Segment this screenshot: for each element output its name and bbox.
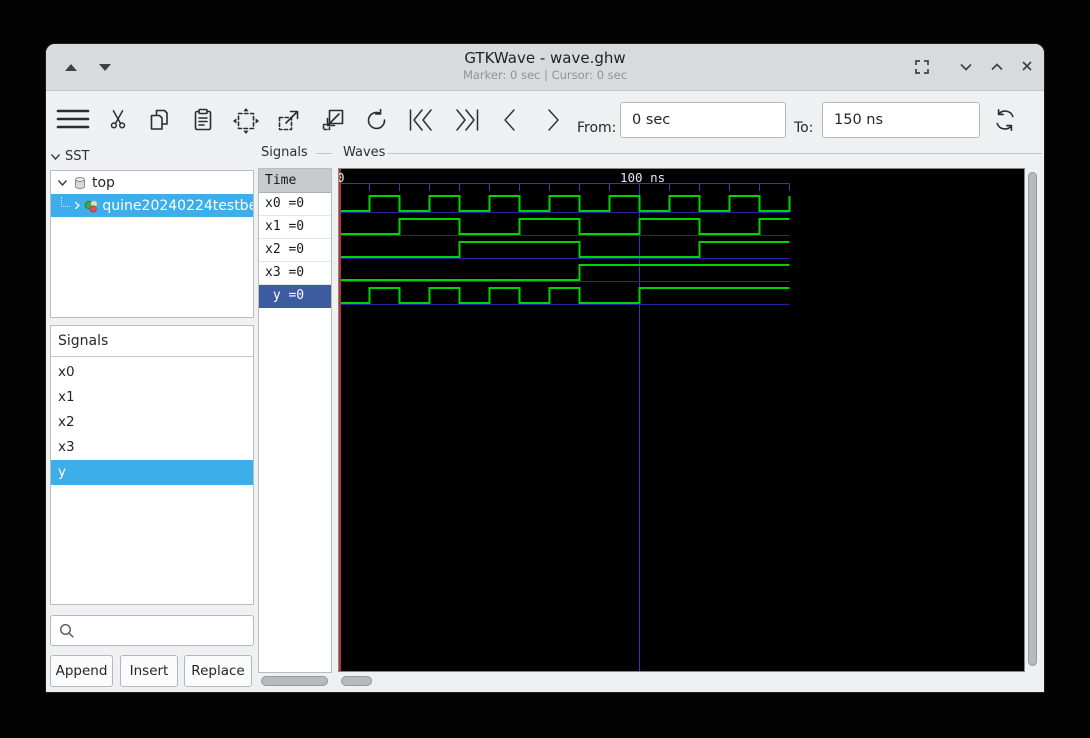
desktop: GTKWave - wave.ghw Marker: 0 sec | Curso… (0, 0, 1090, 738)
values-frame-label: Signals (258, 145, 311, 160)
values-hscrollbar[interactable] (258, 675, 332, 687)
minimize-icon[interactable] (958, 61, 976, 79)
values-hscrollbar-thumb[interactable] (261, 676, 328, 686)
sst-label: SST (65, 149, 90, 164)
window-title: GTKWave - wave.ghw (464, 49, 626, 67)
search-icon (59, 623, 74, 638)
fit-window-icon[interactable] (913, 58, 931, 76)
expander-right-icon[interactable] (74, 200, 81, 211)
value-row-x1[interactable]: x1 =0 (259, 216, 331, 239)
signals-list-panel: Signals x0 x1 x2 x3 y (50, 325, 254, 605)
value-row-x0[interactable]: x0 =0 (259, 193, 331, 216)
from-label: From: (577, 120, 617, 136)
cut-icon[interactable] (107, 107, 129, 131)
insert-button[interactable]: Insert (120, 655, 178, 687)
waves-vscrollbar-thumb[interactable] (1028, 172, 1037, 666)
signal-search-box[interactable] (50, 615, 254, 646)
list-item-x3[interactable]: x3 (51, 435, 253, 460)
signals-list-header: Signals (51, 326, 253, 357)
to-input[interactable] (822, 102, 980, 138)
time-header[interactable]: Time (259, 169, 331, 193)
waves-vscrollbar[interactable] (1027, 170, 1039, 671)
sst-tree: top quine20240224testbench (50, 170, 254, 318)
keep-above-icon[interactable] (65, 64, 77, 71)
titlebar[interactable]: GTKWave - wave.ghw Marker: 0 sec | Curso… (46, 44, 1044, 91)
to-label: To: (794, 120, 814, 136)
tree-guide-line (61, 196, 70, 207)
paste-icon[interactable] (192, 107, 214, 133)
signal-values-panel: Time x0 =0 x1 =0 x2 =0 x3 =0 y =0 (258, 168, 332, 673)
window-bottom-edge (46, 687, 1044, 692)
tree-item-label: quine20240224testbench (102, 197, 253, 214)
scope-icon (75, 176, 85, 189)
gtkwave-window: GTKWave - wave.ghw Marker: 0 sec | Curso… (46, 44, 1044, 692)
copy-icon[interactable] (147, 107, 171, 133)
list-item-x2[interactable]: x2 (51, 410, 253, 435)
ruler-tick-label: 100 ns (620, 170, 666, 185)
chevron-down-icon (50, 153, 61, 160)
expander-down-icon[interactable] (57, 179, 68, 187)
tree-item-top[interactable]: top (51, 171, 253, 194)
maximize-icon[interactable] (989, 61, 1007, 79)
keep-below-icon[interactable] (99, 64, 111, 71)
ruler-start-label: 0 (339, 170, 345, 185)
list-item-y[interactable]: y (51, 460, 253, 485)
zoom-in-icon[interactable] (276, 107, 302, 133)
tree-item-label: top (92, 174, 115, 191)
value-row-x3[interactable]: x3 =0 (259, 262, 331, 285)
skip-to-start-icon[interactable] (406, 107, 438, 133)
wave-canvas[interactable]: 0 100 ns (338, 168, 1025, 672)
module-icon (84, 199, 98, 213)
waves-hscrollbar[interactable] (338, 675, 1040, 687)
close-icon[interactable] (1019, 58, 1037, 76)
toolbar: From: To: (46, 91, 1044, 147)
marker-cursor-status: Marker: 0 sec | Cursor: 0 sec (462, 68, 628, 82)
waves-hscrollbar-thumb[interactable] (341, 676, 372, 686)
from-input[interactable] (620, 102, 786, 138)
waves-frame-label: Waves (340, 145, 389, 160)
list-item-x0[interactable]: x0 (51, 360, 253, 385)
reload-icon[interactable] (992, 107, 1018, 133)
zoom-fit-icon[interactable] (232, 107, 260, 135)
append-button[interactable]: Append (50, 655, 113, 687)
list-item-x1[interactable]: x1 (51, 385, 253, 410)
value-row-x2[interactable]: x2 =0 (259, 239, 331, 262)
skip-to-end-icon[interactable] (450, 107, 482, 133)
zoom-out-icon[interactable] (320, 107, 346, 133)
waveform-traces (339, 169, 791, 671)
undo-icon[interactable] (364, 107, 390, 133)
title-area: GTKWave - wave.ghw Marker: 0 sec | Curso… (246, 48, 844, 83)
step-forward-icon[interactable] (541, 107, 565, 133)
menu-icon[interactable] (56, 105, 90, 133)
value-row-y[interactable]: y =0 (259, 285, 331, 308)
sst-header[interactable]: SST (50, 149, 89, 164)
replace-button[interactable]: Replace (184, 655, 252, 687)
step-back-icon[interactable] (498, 107, 522, 133)
tree-item-testbench[interactable]: quine20240224testbench (51, 194, 253, 217)
